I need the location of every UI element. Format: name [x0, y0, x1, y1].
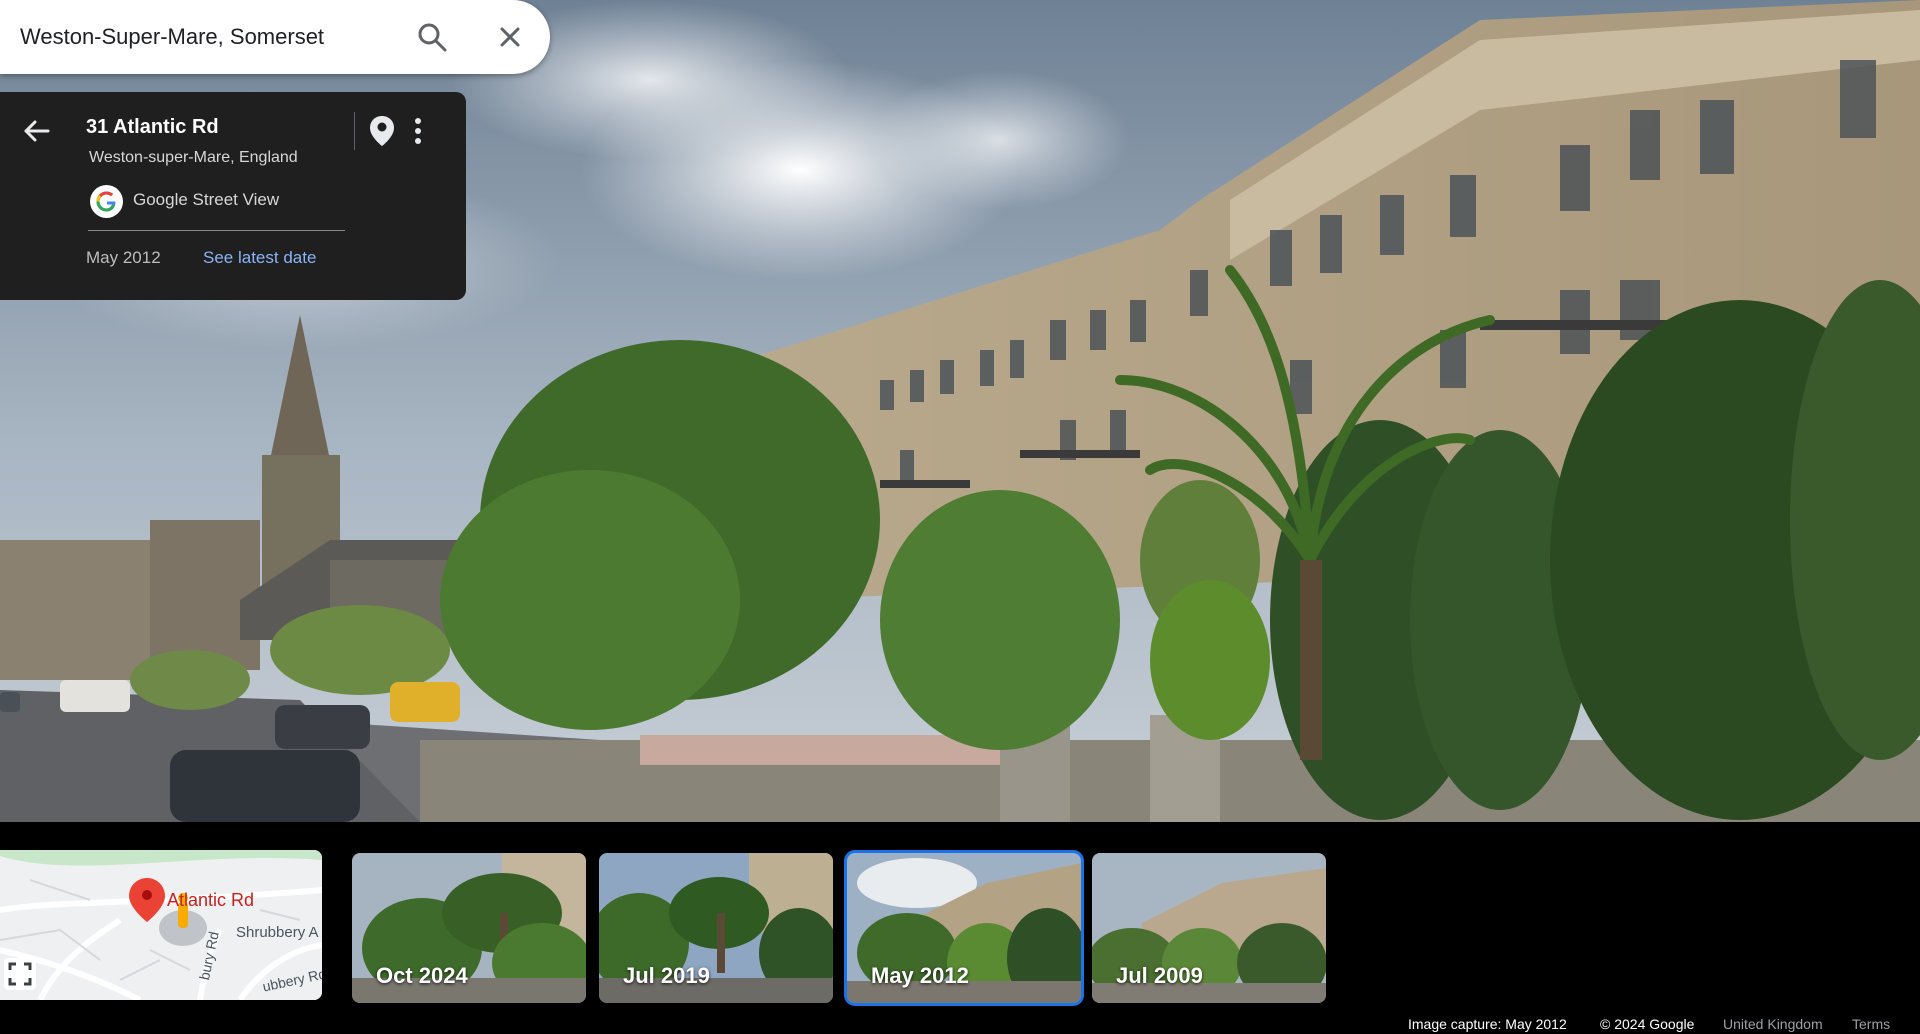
close-icon[interactable] [490, 17, 530, 57]
capture-date: May 2012 [86, 248, 161, 267]
place-subtitle: Weston-super-Mare, England [89, 149, 298, 166]
timeline-thumb-jul-2019[interactable]: Jul 2019 [599, 853, 833, 1003]
card-divider [88, 230, 345, 231]
arrow-back-icon[interactable] [20, 114, 54, 153]
timeline-thumb-oct-2024[interactable]: Oct 2024 [352, 853, 586, 1003]
search-input[interactable] [20, 16, 400, 58]
search-box [0, 0, 550, 74]
mini-map[interactable]: Atlantic Rd Shrubbery A bury Rd ubbery R… [0, 850, 322, 1000]
more-vert-icon[interactable] [406, 114, 430, 153]
image-capture-date: Image capture: May 2012 [1408, 1016, 1567, 1032]
location-info-card: 31 Atlantic Rd Weston-super-Mare, Englan… [0, 92, 466, 300]
map-label-shrubbery: Shrubbery A [236, 924, 319, 941]
copyright: © 2024 Google [1600, 1016, 1695, 1032]
timeline-thumb-jul-2009[interactable]: Jul 2009 [1092, 853, 1326, 1003]
terms-link[interactable]: Terms [1852, 1016, 1890, 1032]
fullscreen-icon[interactable] [4, 958, 36, 990]
footer-bar: Image capture: May 2012 © 2024 Google Un… [0, 1014, 1920, 1034]
region-link[interactable]: United Kingdom [1723, 1016, 1823, 1032]
map-pin-icon[interactable] [368, 114, 396, 153]
google-logo [90, 185, 123, 218]
timeline-label: Jul 2009 [1116, 963, 1203, 988]
timeline-label: Oct 2024 [376, 963, 468, 988]
timeline-label: Jul 2019 [623, 963, 710, 988]
search-icon[interactable] [412, 17, 452, 57]
place-title: 31 Atlantic Rd [86, 116, 219, 138]
source-label: Google Street View [133, 190, 280, 209]
map-label-atlantic-rd: Atlantic Rd [167, 890, 255, 910]
timeline-thumb-may-2012[interactable]: May 2012 [844, 850, 1084, 1006]
timeline-label: May 2012 [871, 963, 969, 988]
divider [354, 112, 355, 150]
see-latest-date-link[interactable]: See latest date [203, 248, 316, 268]
